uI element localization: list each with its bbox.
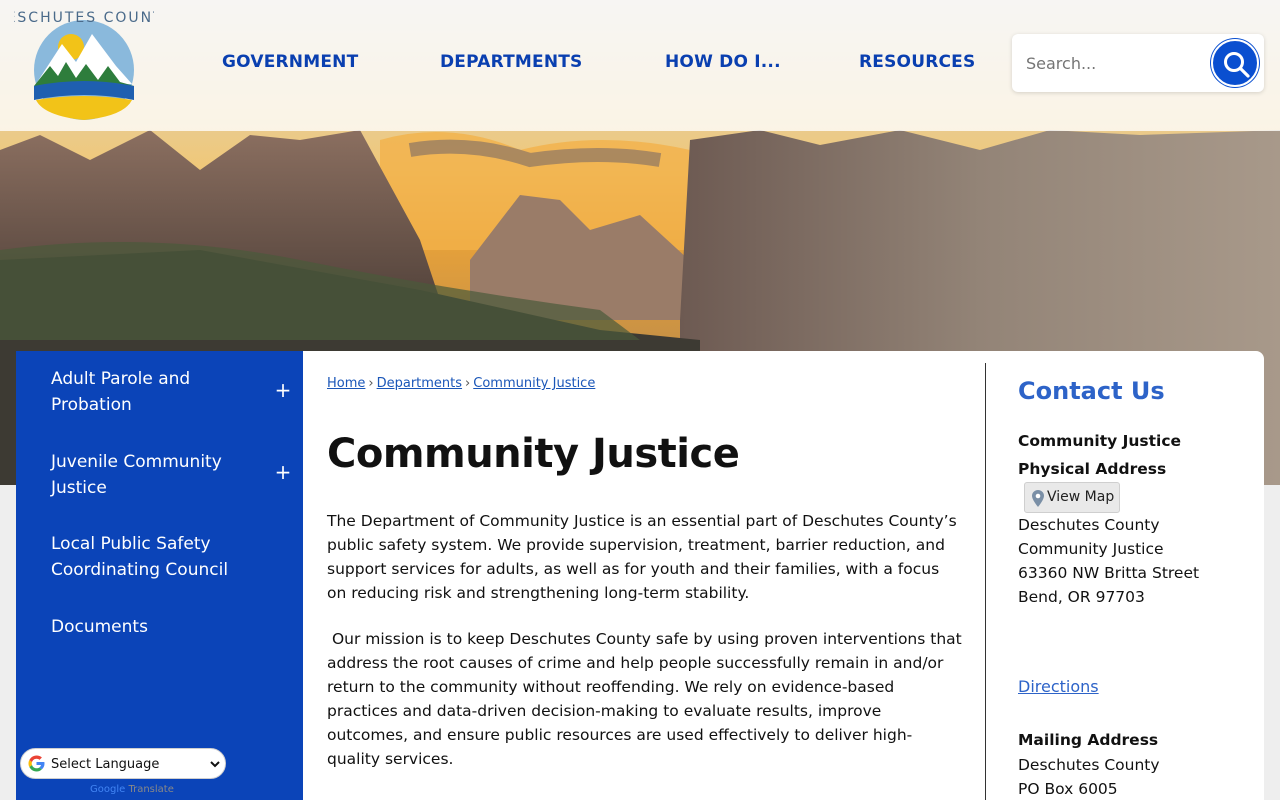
powered-translate-text: Translate	[128, 784, 174, 795]
google-g-icon	[28, 755, 45, 772]
language-selector: Select Language	[20, 748, 226, 779]
address-line: 63360 NW Britta Street	[1018, 564, 1200, 582]
nav-how-do-i[interactable]: HOW DO I...	[665, 52, 781, 72]
main-content: Home › Departments › Community Justice Commu…	[303, 351, 1264, 800]
intro-paragraph: The Department of Community Justice is a…	[327, 512, 957, 602]
search-button[interactable]	[1211, 39, 1259, 87]
expand-icon[interactable]: +	[274, 380, 292, 400]
mailing-address-label: Mailing Address	[1018, 731, 1159, 749]
powered-google-text: Google	[90, 784, 126, 795]
contact-heading: Contact Us	[1018, 377, 1165, 405]
breadcrumb-home[interactable]: Home	[327, 376, 365, 391]
powered-by-google: Google Translate	[90, 784, 174, 795]
svg-text:DESCHUTES COUNTY: DESCHUTES COUNTY	[14, 10, 154, 26]
column-divider	[985, 363, 986, 800]
breadcrumb: Home › Departments › Community Justice	[327, 376, 595, 391]
expand-icon[interactable]: +	[274, 462, 292, 482]
page-title: Community Justice	[327, 431, 740, 477]
breadcrumb-separator: ›	[465, 376, 471, 391]
nav-departments[interactable]: DEPARTMENTS	[440, 52, 583, 72]
breadcrumb-separator: ›	[368, 376, 374, 391]
breadcrumb-departments[interactable]: Departments	[377, 376, 462, 391]
directions-link[interactable]: Directions	[1018, 677, 1099, 696]
nav-resources[interactable]: RESOURCES	[859, 52, 975, 72]
language-select[interactable]: Select Language	[47, 753, 223, 775]
site-header: DESCHUTES COUNTY GOVERNMENT DEPARTMENTS …	[0, 0, 1280, 131]
contact-department: Community Justice	[1018, 432, 1182, 450]
mailing-line: Deschutes County	[1018, 756, 1160, 774]
view-map-label: View Map	[1047, 489, 1115, 505]
sidebar-nav: Adult Parole and Probation + Juvenile Co…	[16, 351, 303, 800]
physical-address-label: Physical Address	[1018, 460, 1167, 478]
map-pin-icon	[1032, 490, 1044, 507]
sidebar-item-juvenile-justice[interactable]: Juvenile Community Justice	[51, 449, 251, 501]
main-nav: GOVERNMENT DEPARTMENTS HOW DO I... RESOU…	[0, 52, 1000, 80]
address-line: Bend, OR 97703	[1018, 588, 1145, 606]
sidebar-item-public-safety-council[interactable]: Local Public Safety Coordinating Council	[51, 531, 266, 583]
address-line: Community Justice	[1018, 540, 1164, 558]
address-line: Deschutes County	[1018, 516, 1160, 534]
mission-paragraph: Our mission is to keep Deschutes County …	[327, 630, 967, 768]
breadcrumb-community-justice[interactable]: Community Justice	[473, 376, 595, 391]
nav-government[interactable]: GOVERNMENT	[222, 52, 358, 72]
sidebar-item-documents[interactable]: Documents	[51, 614, 251, 640]
search-input[interactable]	[1026, 50, 1206, 76]
search-icon	[1224, 52, 1250, 78]
sidebar-item-adult-parole[interactable]: Adult Parole and Probation	[51, 366, 251, 418]
view-map-button[interactable]: View Map	[1024, 482, 1120, 513]
mailing-line: PO Box 6005	[1018, 780, 1118, 798]
